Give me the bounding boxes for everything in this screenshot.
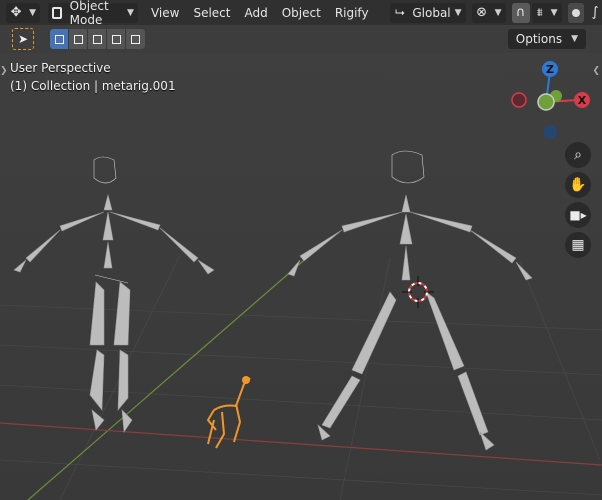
gizmo-center-icon (537, 93, 555, 111)
select-subtract-button[interactable] (88, 29, 107, 49)
viewport-menu-bar: View Select Add Object Rigify (144, 3, 376, 23)
viewport-header: ✥ ▼ Object Mode ▼ View Select Add Object… (0, 0, 602, 27)
orientation-axes-icon: ⮡ (395, 5, 405, 19)
zoom-button[interactable]: ⌕ (565, 142, 591, 168)
proportional-edit-toggle[interactable] (567, 2, 584, 23)
snap-target-dropdown[interactable]: ⩩ ▼ (531, 2, 562, 23)
chevron-down-icon: ▼ (29, 7, 36, 18)
pan-hand-icon: ✋ (569, 177, 587, 193)
magnet-icon: ∩ (515, 5, 526, 20)
pivot-point-icon: ⊗ (476, 5, 488, 20)
gizmo-neg-x-icon (511, 92, 527, 108)
select-invert-button[interactable] (107, 29, 126, 49)
camera-view-button[interactable]: ■▸ (565, 202, 591, 228)
tool-settings-bar: ➤ Options ▼ (0, 25, 602, 53)
falloff-curve-icon: ∫ (591, 5, 599, 20)
menu-view[interactable]: View (144, 3, 186, 23)
falloff-button[interactable]: ∫ (588, 3, 602, 23)
snap-toggle[interactable]: ∩ (511, 2, 530, 23)
select-invert-icon (111, 34, 121, 44)
select-subtract-icon (92, 34, 102, 44)
gizmo-z-label: Z (546, 63, 554, 76)
toolbar-expand-arrow-icon[interactable]: ❯ (0, 66, 8, 76)
mode-dropdown[interactable]: Object Mode ▼ (48, 0, 138, 27)
3d-viewport-icon: ✥ (10, 5, 22, 20)
selection-mode-group (50, 29, 145, 49)
menu-rigify[interactable]: Rigify (328, 3, 376, 23)
navigation-gizmo[interactable]: Z X (510, 58, 590, 148)
select-extend-icon (73, 34, 83, 44)
select-extend-button[interactable] (69, 29, 88, 49)
snap-grid-icon: ⩩ (536, 5, 543, 19)
zoom-icon: ⌕ (574, 147, 582, 163)
transform-orientation-dropdown[interactable]: ⮡ Global ▼ (389, 2, 466, 23)
perspective-toggle-button[interactable]: ▦ (565, 232, 591, 258)
select-new-icon (54, 34, 64, 44)
collection-info-label: (1) Collection | metarig.001 (10, 79, 176, 93)
pan-button[interactable]: ✋ (565, 172, 591, 198)
editor-type-button[interactable]: ✥ ▼ (6, 2, 40, 23)
select-tool-button[interactable]: ➤ (12, 28, 34, 50)
view-name-label: User Perspective (10, 61, 111, 75)
grid-projection-icon: ▦ (571, 237, 585, 253)
camera-icon: ■▸ (569, 208, 587, 222)
proportional-edit-icon (571, 8, 580, 17)
options-label: Options (515, 32, 563, 46)
pivot-point-dropdown[interactable]: ⊗ ▼ (471, 2, 506, 23)
mode-dropdown-label: Object Mode (69, 0, 109, 27)
chevron-down-icon: ▼ (494, 7, 502, 18)
transform-orientation-label: Global (412, 5, 451, 20)
sidebar-expand-arrow-icon[interactable]: ❮ (592, 66, 600, 76)
menu-object[interactable]: Object (275, 3, 328, 23)
object-mode-icon (52, 6, 62, 19)
chevron-down-icon: ▼ (571, 34, 578, 44)
chevron-down-icon: ▼ (550, 7, 558, 18)
options-dropdown[interactable]: Options ▼ (507, 29, 586, 49)
select-intersect-icon (131, 34, 140, 44)
gizmo-neg-z-icon (543, 125, 557, 139)
cursor-arrow-icon: ➤ (17, 32, 29, 46)
select-new-button[interactable] (50, 29, 69, 49)
menu-select[interactable]: Select (186, 3, 237, 23)
chevron-down-icon: ▼ (127, 7, 134, 18)
gizmo-x-label: X (578, 94, 587, 107)
chevron-down-icon: ▼ (454, 7, 462, 18)
menu-add[interactable]: Add (237, 3, 274, 23)
select-intersect-button[interactable] (126, 29, 145, 49)
